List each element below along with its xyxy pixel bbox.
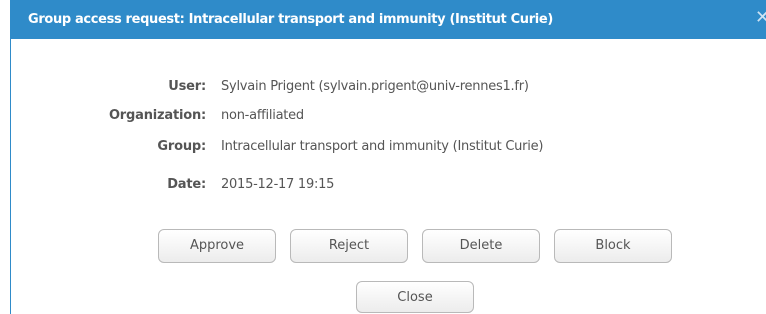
date-value: 2015-12-17 19:15 bbox=[221, 177, 335, 192]
date-label: Date: bbox=[167, 177, 206, 192]
block-button[interactable]: Block bbox=[554, 229, 672, 263]
reject-button[interactable]: Reject bbox=[290, 229, 408, 263]
user-label: User: bbox=[168, 79, 206, 94]
delete-button[interactable]: Delete bbox=[422, 229, 540, 263]
group-value: Intracellular transport and immunity (In… bbox=[221, 139, 544, 154]
close-button[interactable]: Close bbox=[356, 281, 474, 313]
organization-value: non-affiliated bbox=[221, 108, 304, 123]
group-access-request-dialog: Group access request: Intracellular tran… bbox=[10, 0, 766, 314]
group-label: Group: bbox=[157, 139, 206, 154]
approve-button[interactable]: Approve bbox=[158, 229, 276, 263]
organization-label: Organization: bbox=[108, 108, 206, 123]
user-value: Sylvain Prigent (sylvain.prigent@univ-re… bbox=[221, 79, 529, 94]
dialog-titlebar: Group access request: Intracellular tran… bbox=[11, 0, 766, 39]
close-icon[interactable]: ✕ bbox=[755, 9, 766, 27]
dialog-title: Group access request: Intracellular tran… bbox=[28, 12, 553, 27]
